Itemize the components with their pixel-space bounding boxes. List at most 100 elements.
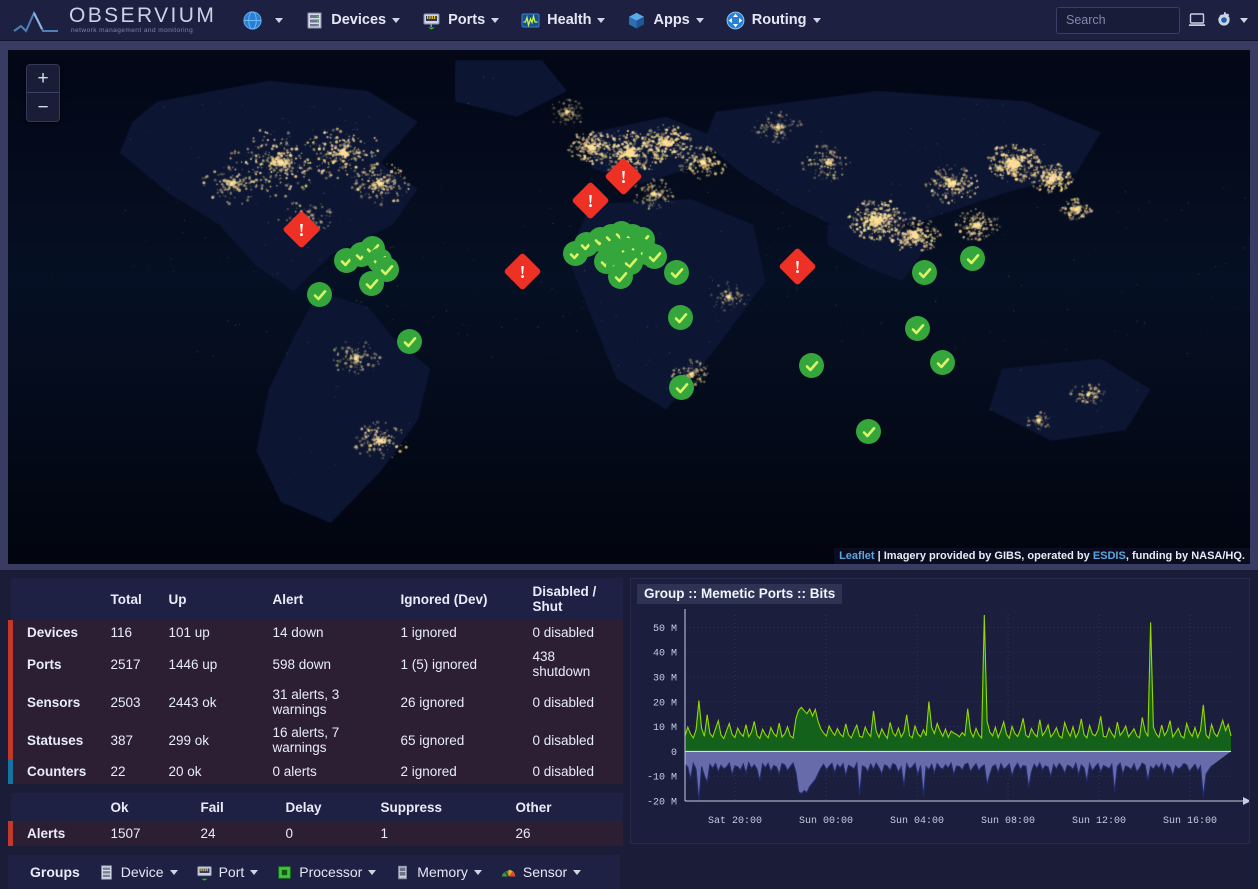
alerts-fail-value[interactable]: 24 <box>201 821 286 846</box>
row-ignored-devices[interactable]: 1 ignored <box>401 620 533 645</box>
group-item-processor[interactable]: Processor <box>276 864 376 881</box>
alerts-ok-value[interactable]: 1507 <box>111 821 201 846</box>
map-marker-up[interactable] <box>307 282 332 307</box>
groups-label: Groups <box>30 864 80 880</box>
nav-item-devices[interactable]: Devices <box>294 0 411 41</box>
map-marker-up[interactable] <box>668 305 693 330</box>
row-total-ports[interactable]: 2517 <box>111 645 169 683</box>
traffic-chart-panel[interactable]: Group :: Memetic Ports :: Bits 50 M40 M3… <box>630 578 1250 844</box>
group-item-processor-label: Processor <box>299 864 362 880</box>
row-ignored-statuses[interactable]: 65 ignored <box>401 721 533 759</box>
map-marker-up[interactable] <box>930 350 955 375</box>
row-label-devices: Devices <box>11 620 111 645</box>
map-marker-up[interactable] <box>397 329 422 354</box>
observium-logo[interactable]: OBSERVIUM network management and monitor… <box>0 0 226 41</box>
alerts-col-blank <box>11 793 111 821</box>
row-alert-ports[interactable]: 598 down <box>273 645 401 683</box>
row-total-statuses[interactable]: 387 <box>111 721 169 759</box>
chevron-down-icon <box>275 18 283 23</box>
leaflet-link[interactable]: Leaflet <box>839 550 874 562</box>
alerts-header-row: Ok Fail Delay Suppress Other <box>11 793 623 821</box>
map-marker-alert[interactable]: ! <box>610 163 637 190</box>
row-up-statuses[interactable]: 299 ok <box>169 721 273 759</box>
map-marker-up[interactable] <box>960 246 985 271</box>
group-item-memory[interactable]: Memory <box>394 864 482 881</box>
row-up-devices[interactable]: 101 up <box>169 620 273 645</box>
row-alert-sensors[interactable]: 31 alerts, 3 warnings <box>273 683 401 721</box>
table-row-ports[interactable]: Ports25171446 up598 down1 (5) ignored438… <box>11 645 623 683</box>
row-total-sensors[interactable]: 2503 <box>111 683 169 721</box>
row-up-ports[interactable]: 1446 up <box>169 645 273 683</box>
table-row-statuses[interactable]: Statuses387299 ok16 alerts, 7 warnings65… <box>11 721 623 759</box>
nav-item-overview[interactable] <box>232 0 294 41</box>
nav-item-health[interactable]: Health <box>510 0 616 41</box>
x-axis-tick-label: Sun 16:00 <box>1163 816 1217 827</box>
row-alert-devices[interactable]: 14 down <box>273 620 401 645</box>
row-disabled-counters[interactable]: 0 disabled <box>533 759 623 784</box>
table-row-counters[interactable]: Counters2220 ok0 alerts2 ignored0 disabl… <box>11 759 623 784</box>
y-axis-tick-label: 30 M <box>653 674 677 685</box>
map-marker-alert[interactable]: ! <box>288 216 315 243</box>
map-marker-up[interactable] <box>664 260 689 285</box>
search-input[interactable] <box>1056 7 1180 34</box>
alerts-delay-value[interactable]: 0 <box>286 821 381 846</box>
row-ignored-ports[interactable]: 1 (5) ignored <box>401 645 533 683</box>
row-up-sensors[interactable]: 2443 ok <box>169 683 273 721</box>
table-row-devices[interactable]: Devices116101 up14 down1 ignored0 disabl… <box>11 620 623 645</box>
stats-col-alert: Alert <box>273 578 401 620</box>
group-item-port[interactable]: Port <box>196 864 259 881</box>
map-marker-up[interactable] <box>912 260 937 285</box>
group-item-sensor[interactable]: Sensor <box>500 864 581 881</box>
globe-icon <box>243 11 262 30</box>
y-axis-tick-label: 0 <box>671 748 677 759</box>
row-disabled-statuses[interactable]: 0 disabled <box>533 721 623 759</box>
stats-col-blank <box>11 578 111 620</box>
stats-col-ignored: Ignored (Dev) <box>401 578 533 620</box>
table-row-sensors[interactable]: Sensors25032443 ok31 alerts, 3 warnings2… <box>11 683 623 721</box>
chevron-down-icon <box>573 870 581 875</box>
map-marker-alert[interactable]: ! <box>509 258 536 285</box>
map-marker-up[interactable] <box>905 316 930 341</box>
map-marker-alert[interactable]: ! <box>577 187 604 214</box>
x-axis-tick-label: Sun 00:00 <box>799 816 853 827</box>
row-alert-statuses[interactable]: 16 alerts, 7 warnings <box>273 721 401 759</box>
map-marker-up[interactable] <box>669 375 694 400</box>
row-ignored-counters[interactable]: 2 ignored <box>401 759 533 784</box>
zoom-in-button[interactable]: + <box>27 65 59 93</box>
alerts-suppress-value[interactable]: 1 <box>381 821 516 846</box>
nav-item-routing[interactable]: Routing <box>715 0 832 41</box>
group-item-port-label: Port <box>219 864 245 880</box>
nav-item-ports[interactable]: Ports <box>411 0 510 41</box>
esdis-link[interactable]: ESDIS <box>1093 550 1126 562</box>
map-marker-up[interactable] <box>799 353 824 378</box>
row-total-counters[interactable]: 22 <box>111 759 169 784</box>
row-disabled-ports[interactable]: 438 shutdown <box>533 645 623 683</box>
alerts-other-value[interactable]: 26 <box>516 821 623 846</box>
row-disabled-devices[interactable]: 0 disabled <box>533 620 623 645</box>
row-label-counters: Counters <box>11 759 111 784</box>
inventory-stats-table: Total Up Alert Ignored (Dev) Disabled / … <box>8 578 625 784</box>
gear-icon[interactable] <box>1214 0 1248 41</box>
console-icon[interactable] <box>1180 0 1214 41</box>
x-axis-tick-label: Sat 20:00 <box>708 816 762 827</box>
row-total-devices[interactable]: 116 <box>111 620 169 645</box>
group-item-device[interactable]: Device <box>98 864 178 881</box>
attrib-text-1: Imagery provided by GIBS, operated by <box>884 550 1093 562</box>
zoom-out-button[interactable]: − <box>27 93 59 121</box>
row-ignored-sensors[interactable]: 26 ignored <box>401 683 533 721</box>
table-row-alerts[interactable]: Alerts 1507 24 0 1 26 <box>11 821 623 846</box>
map-marker-up[interactable] <box>359 271 384 296</box>
alerts-col-ok: Ok <box>111 793 201 821</box>
map-marker-alert[interactable]: ! <box>784 253 811 280</box>
y-axis-tick-label: -20 M <box>647 798 677 809</box>
map-marker-up[interactable] <box>608 264 633 289</box>
row-alert-counters[interactable]: 0 alerts <box>273 759 401 784</box>
alerts-col-fail: Fail <box>201 793 286 821</box>
map-marker-up[interactable] <box>856 419 881 444</box>
row-disabled-sensors[interactable]: 0 disabled <box>533 683 623 721</box>
row-up-counters[interactable]: 20 ok <box>169 759 273 784</box>
nav-item-apps[interactable]: Apps <box>616 0 714 41</box>
world-map[interactable]: + − !!!!! Leaflet | Imagery provided by … <box>8 50 1250 564</box>
top-navbar: OBSERVIUM network management and monitor… <box>0 0 1258 41</box>
chevron-down-icon <box>597 18 605 23</box>
